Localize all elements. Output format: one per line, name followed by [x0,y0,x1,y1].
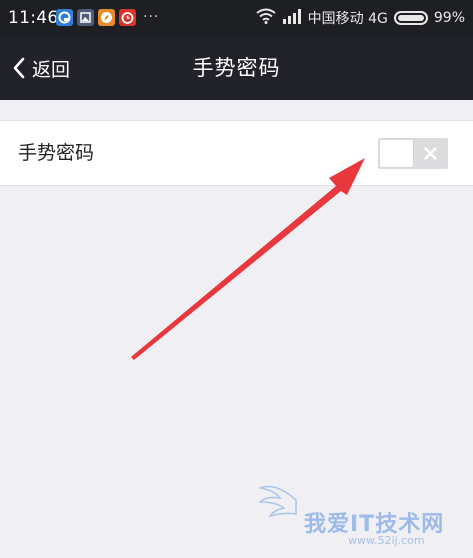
battery-fill [397,15,424,21]
nav-bar: 返回 手势密码 [0,36,473,100]
watermark-url: www.52ij.com [348,534,425,547]
toggle-knob [380,140,413,167]
status-right: 中国移动 4G 99% [256,6,465,30]
close-icon [422,145,439,162]
status-time: 11:46 [8,8,59,28]
browser-app-icon [56,8,73,26]
gesture-password-row: 手势密码 [0,120,473,186]
more-notifications-indicator: ··· [143,9,160,25]
status-bar: 11:46 ··· 中国移动 4G 99% [0,0,473,36]
carrier-label: 中国移动 4G [307,11,388,27]
alarm-app-icon [119,8,136,26]
compass-app-icon [98,8,115,26]
wifi-icon [256,8,276,28]
gallery-app-icon [77,8,94,26]
notification-icons: ··· [56,8,159,26]
battery-percent: 99% [433,10,465,26]
gesture-password-toggle[interactable] [378,138,448,169]
battery-icon [393,11,428,25]
watermark: 我爱IT技术网 www.52ij.com [256,480,466,554]
gesture-password-label: 手势密码 [18,142,95,164]
signal-icon [282,8,302,28]
page-title: 手势密码 [192,56,281,80]
